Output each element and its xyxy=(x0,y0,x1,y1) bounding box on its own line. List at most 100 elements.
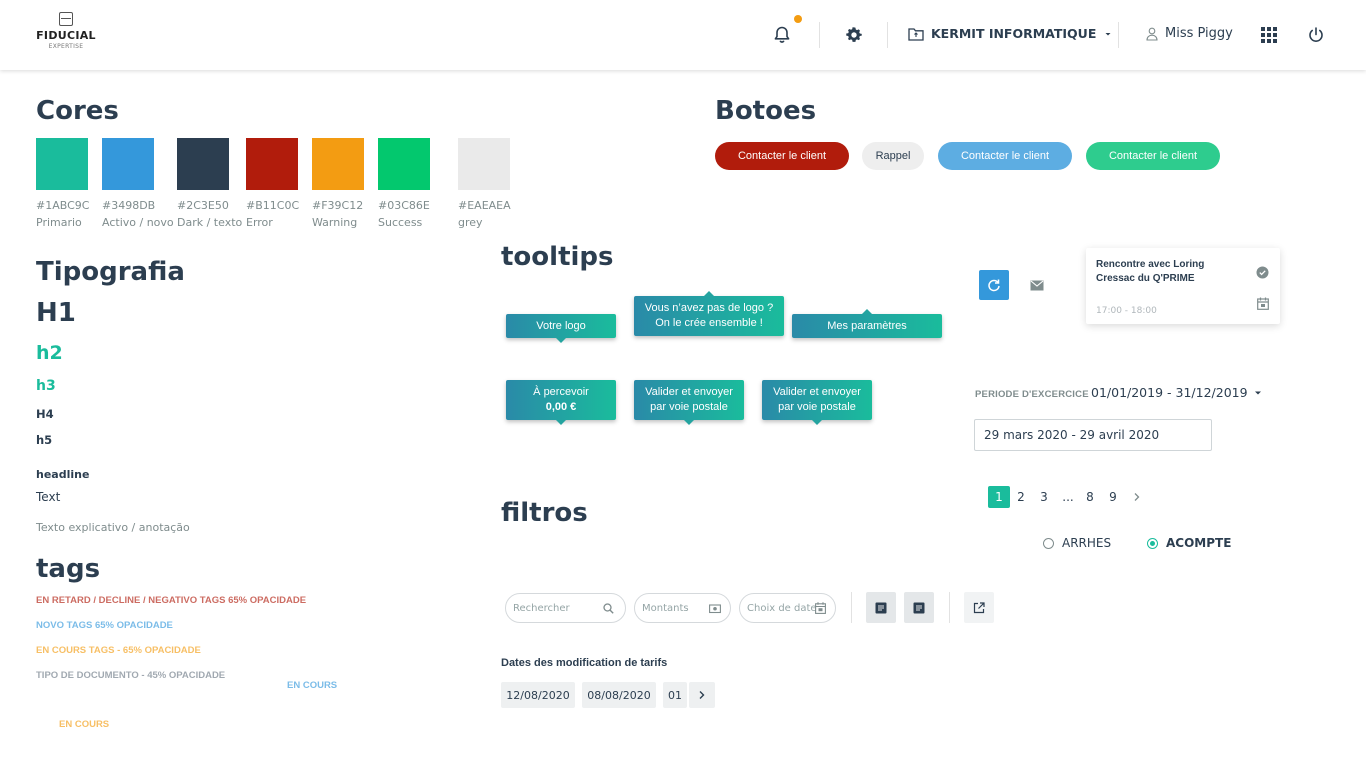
tooltips-title: tooltips xyxy=(501,242,614,272)
event-time: 17:00 - 18:00 xyxy=(1096,306,1157,316)
date-placeholder: Choix de date xyxy=(747,602,817,614)
fiducial-logo[interactable]: FIDUCIAL EXPERTISE xyxy=(33,12,99,50)
tags-title: tags xyxy=(36,554,101,584)
tag-error: EN RETARD / DECLINE / NEGATIVO TAGS 65% … xyxy=(36,595,307,606)
search-input[interactable]: Rechercher xyxy=(505,593,626,623)
document-icon xyxy=(875,602,887,613)
sample-h3: h3 xyxy=(36,378,56,394)
amounts-placeholder: Montants xyxy=(642,602,689,614)
tag-en-cours-orange: EN COURS xyxy=(59,719,110,730)
radio-label: ACOMPTE xyxy=(1166,536,1232,550)
export-button[interactable] xyxy=(964,592,994,623)
calendar-icon xyxy=(815,602,826,614)
date-chip[interactable]: 08/08/2020 xyxy=(582,682,656,708)
swatch-name: Activo / novo xyxy=(102,216,174,229)
tooltip-valider-envoyer: Valider et envoyer par voie postale xyxy=(762,380,872,425)
header-divider xyxy=(819,22,820,48)
refresh-icon xyxy=(988,279,1000,292)
external-link-icon xyxy=(973,601,985,613)
top-header: FIDUCIAL EXPERTISE KERMIT INFORMATIQUE M… xyxy=(0,0,1366,70)
logo-subtitle: EXPERTISE xyxy=(48,43,84,50)
page-button[interactable]: 3 xyxy=(1033,486,1055,508)
page-button[interactable]: 8 xyxy=(1079,486,1101,508)
mail-icon[interactable] xyxy=(1029,277,1045,293)
swatch-dark xyxy=(177,138,229,190)
swatch-name: Warning xyxy=(312,216,358,229)
user-menu[interactable]: Miss Piggy xyxy=(1146,26,1233,41)
date-chip[interactable]: 01 xyxy=(663,682,687,708)
detail-view-button[interactable] xyxy=(904,592,934,623)
tooltip-text: À percevoir xyxy=(533,386,589,398)
colors-title: Cores xyxy=(36,96,119,126)
contact-client-active-button[interactable]: Contacter le client xyxy=(938,142,1072,170)
swatch-name: Error xyxy=(246,216,273,229)
company-selector[interactable]: KERMIT INFORMATIQUE xyxy=(908,26,1113,41)
logo-name: FIDUCIAL xyxy=(36,29,96,42)
radio-arrhes[interactable]: ARRHES xyxy=(1043,536,1111,550)
swatch-hex: #B11C0C xyxy=(246,199,300,212)
tooltip-text: On le crée ensemble ! xyxy=(655,317,763,329)
document-icon xyxy=(913,602,925,613)
page-button[interactable]: 9 xyxy=(1102,486,1124,508)
date-choice-input[interactable]: Choix de date xyxy=(739,593,836,623)
refresh-button[interactable] xyxy=(979,270,1009,300)
swatch-name: grey xyxy=(458,216,483,229)
sample-h1: H1 xyxy=(36,298,76,328)
list-view-button[interactable] xyxy=(866,592,896,623)
tooltip-text: Valider et envoyer xyxy=(773,386,861,398)
tooltip-text: Votre logo xyxy=(536,319,586,332)
swatch-hex: #2C3E50 xyxy=(177,199,229,212)
check-circle-icon[interactable] xyxy=(1256,264,1269,283)
swatch-hex: #EAEAEA xyxy=(458,199,511,212)
radio-label: ARRHES xyxy=(1062,536,1112,550)
sample-text: Text xyxy=(36,490,61,504)
sample-h2: h2 xyxy=(36,342,63,364)
filters-title: filtros xyxy=(501,498,588,528)
date-range-input[interactable]: 29 mars 2020 - 29 avril 2020 xyxy=(974,419,1212,451)
radio-acompte[interactable]: ACOMPTE xyxy=(1147,536,1231,550)
apps-grid-icon[interactable] xyxy=(1256,22,1282,48)
contact-client-error-button[interactable]: Contacter le client xyxy=(715,142,849,170)
swatch-hex: #1ABC9C xyxy=(36,199,90,212)
tooltip-pas-de-logo: Vous n’avez pas de logo ? On le crée ens… xyxy=(634,291,784,336)
caret-down-icon xyxy=(1105,32,1111,35)
money-icon xyxy=(709,604,721,614)
date-chip[interactable]: 12/08/2020 xyxy=(501,682,575,708)
rappel-button[interactable]: Rappel xyxy=(862,142,924,170)
chevron-right-icon[interactable] xyxy=(689,682,715,708)
tooltip-amount: 0,00 € xyxy=(545,401,577,413)
filter-divider xyxy=(851,592,852,623)
swatch-grey xyxy=(458,138,510,190)
swatch-hex: #F39C12 xyxy=(312,199,364,212)
header-divider xyxy=(887,22,888,48)
gear-icon[interactable] xyxy=(841,22,867,48)
tag-en-cours: EN COURS TAGS - 65% OPACIDADE xyxy=(36,645,201,656)
page-ellipsis: ... xyxy=(1062,490,1074,504)
page-button-active[interactable]: 1 xyxy=(988,486,1010,508)
tooltip-valider-envoyer: Valider et envoyer par voie postale xyxy=(634,380,744,425)
event-card[interactable]: Rencontre avec Loring Cressac du Q'PRIME… xyxy=(1086,248,1280,324)
swatch-success xyxy=(378,138,430,190)
contact-client-success-button[interactable]: Contacter le client xyxy=(1086,142,1220,170)
logo-mark-icon xyxy=(59,12,73,26)
sample-h5: h5 xyxy=(36,433,53,447)
swatch-hex: #3498DB xyxy=(102,199,156,212)
amounts-input[interactable]: Montants xyxy=(634,593,731,623)
periode-selector[interactable]: 01/01/2019 - 31/12/2019 xyxy=(1091,385,1262,400)
swatch-name: Primario xyxy=(36,216,82,229)
bell-icon[interactable] xyxy=(769,22,795,48)
swatch-error xyxy=(246,138,298,190)
power-icon[interactable] xyxy=(1303,22,1329,48)
tag-novo: NOVO TAGS 65% OPACIDADE xyxy=(36,620,173,631)
event-title-line: Rencontre avec Loring xyxy=(1096,259,1205,270)
swatch-primario xyxy=(36,138,88,190)
buttons-title: Botoes xyxy=(715,96,817,126)
event-title-line: Cressac du Q'PRIME xyxy=(1096,273,1195,284)
tooltip-votre-logo: Votre logo xyxy=(506,314,616,343)
page-button[interactable]: 2 xyxy=(1010,486,1032,508)
chevron-right-icon[interactable] xyxy=(1126,486,1148,508)
company-name: KERMIT INFORMATIQUE xyxy=(931,26,1097,41)
periode-value: 01/01/2019 - 31/12/2019 xyxy=(1091,385,1248,400)
calendar-icon[interactable] xyxy=(1257,295,1269,314)
tooltip-text: Vous n’avez pas de logo ? xyxy=(644,302,774,314)
